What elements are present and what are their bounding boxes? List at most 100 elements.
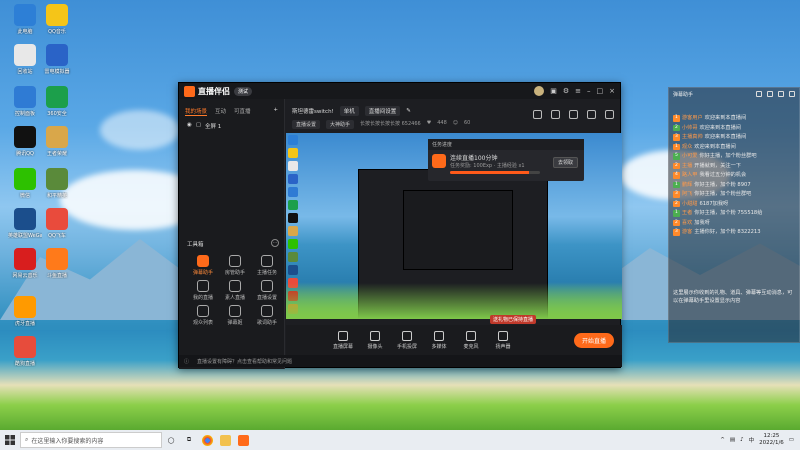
desktop-icon[interactable]: 360安全 [40, 86, 74, 117]
chat-username[interactable]: 小甜甜 [682, 200, 698, 209]
taskbar-search[interactable]: ⌕ 在这里输入你要搜索的内容 [20, 432, 162, 448]
room-settings-button[interactable]: 直播间设置 [364, 106, 401, 116]
start-live-button[interactable]: 开始直播 [573, 332, 614, 348]
tool-item[interactable]: 素人直播 [219, 280, 251, 301]
chat-message[interactable]: 1 王者 你好主播，加个粉 755518给 [673, 209, 796, 218]
desktop-icon[interactable]: 此电脑 [8, 4, 42, 35]
ime-icon[interactable]: 中 [749, 436, 755, 444]
media-button[interactable]: 多媒体 [428, 330, 450, 350]
camera-button[interactable]: 摄像头 [364, 330, 386, 350]
chat-message[interactable]: 3 主播真帅 欢迎来到本直播间 [673, 133, 796, 142]
avatar[interactable] [534, 86, 545, 96]
tab-interaction[interactable]: 互动 [215, 107, 226, 116]
chat-message[interactable]: 1 观众 欢迎来到本直播间 [673, 143, 796, 152]
chat-username[interactable]: 游客 [682, 228, 692, 237]
tab-available[interactable]: 可直播 [234, 107, 251, 116]
tool-item[interactable]: 弹幕助手 [187, 255, 219, 276]
eye-icon[interactable]: ◉ [187, 122, 192, 130]
desktop-icon[interactable]: 腾讯QQ [8, 126, 42, 157]
scene-item[interactable]: ◉ ▢ 全屏 1 [179, 120, 284, 132]
pin-icon[interactable] [767, 91, 773, 97]
chat-username[interactable]: 游客用户 [682, 114, 703, 123]
tool-item[interactable]: 我的直播 [187, 280, 219, 301]
add-scene-icon[interactable]: + [273, 107, 278, 116]
chat-message[interactable]: 4 路人甲 我看过五分钟的机会 [673, 171, 796, 180]
tool-item[interactable]: 观众列表 [187, 305, 219, 326]
volume-icon[interactable]: ♪ [740, 437, 744, 443]
minimize-icon[interactable]: – [587, 87, 591, 95]
task-switch-icon[interactable]: ⧉ [180, 430, 198, 450]
settings-icon[interactable] [778, 91, 784, 97]
lock-icon[interactable] [756, 91, 762, 97]
chat-message[interactable]: 1 鹏辉 你好主播，加个粉 8907 [673, 181, 796, 190]
desktop-icon[interactable]: 虎牙直播 [8, 296, 42, 327]
desktop-icon[interactable]: 酷狗直播 [8, 336, 42, 367]
notification-icon[interactable] [587, 110, 596, 119]
chat-username[interactable]: 鹏辉 [682, 181, 692, 190]
desktop-icon[interactable]: 网易云音乐 [8, 248, 42, 279]
desktop-icon[interactable]: QQ音乐 [40, 4, 74, 35]
notification-center-icon[interactable]: ▭ [789, 437, 794, 443]
tool-item[interactable]: 歌词助手 [251, 305, 283, 326]
chat-message[interactable]: 2 小帅哥 欢迎来到本直播间 [673, 124, 796, 133]
chat-message[interactable]: 3 阿飞 你好主播，加个粉丝群吧 [673, 190, 796, 199]
link-icon[interactable] [605, 110, 614, 119]
chat-username[interactable]: 主播 [682, 162, 692, 171]
lock-icon[interactable]: ▢ [196, 122, 201, 130]
stream-settings-pill[interactable]: 直播设置 [292, 120, 321, 129]
chat-username[interactable]: 小帅哥 [682, 124, 698, 133]
feedback-icon[interactable]: ▣ [550, 87, 557, 95]
edit-icon[interactable]: ✎ [406, 108, 411, 114]
tool-item[interactable]: 房管助手 [219, 255, 251, 276]
tool-item[interactable]: 直播设置 [251, 280, 283, 301]
desktop-icon[interactable]: QQ飞车 [40, 208, 74, 239]
desktop-icon[interactable]: 雷电模拟器 [40, 44, 74, 75]
chat-message[interactable]: 2 小甜甜 6187加我呀 [673, 200, 796, 209]
share-icon[interactable] [569, 110, 578, 119]
desktop-icon[interactable]: 斗鱼直播 [40, 248, 74, 279]
desktop-icon[interactable]: 回收站 [8, 44, 42, 75]
start-button[interactable] [0, 430, 20, 450]
chat-message[interactable]: 3 游客 主播你好，加个粉 8322213 [673, 228, 796, 237]
close-icon[interactable]: × [609, 87, 615, 95]
speaker-button[interactable]: 扬声器 [492, 330, 514, 350]
toolbox-more-icon[interactable]: ··· [271, 239, 279, 247]
help-link[interactable]: 直播设置有障碍？点击查看帮助和常见问题 [197, 358, 292, 365]
desktop-icon[interactable]: 和平精英 [40, 168, 74, 199]
chat-username[interactable]: 路人甲 [682, 171, 698, 180]
chat-message[interactable]: 1 游客用户 欢迎来到本直播间 [673, 114, 796, 123]
chat-username[interactable]: 主播真帅 [682, 133, 703, 142]
microphone-button[interactable]: 麦克风 [460, 330, 482, 350]
chat-message[interactable]: 2 主播 开播就到，关注一下 [673, 162, 796, 171]
network-icon[interactable]: ▤ [730, 437, 735, 443]
tool-item[interactable]: 弹幕姬 [219, 305, 251, 326]
settings-icon[interactable]: ⚙ [563, 87, 569, 95]
chat-username[interactable]: 小可爱 [682, 152, 698, 161]
helper-pill[interactable]: 大神助手 [326, 120, 355, 129]
desktop-icon[interactable]: 控制面板 [8, 86, 42, 117]
close-icon[interactable] [789, 91, 795, 97]
tray-arrow-icon[interactable]: ^ [720, 437, 725, 443]
taskbar-explorer[interactable] [216, 430, 234, 450]
gift-icon[interactable] [533, 110, 542, 119]
chat-username[interactable]: 喜欢 [682, 219, 692, 228]
phone-cast-button[interactable]: 手机投屏 [396, 330, 418, 350]
taskbar-live-app[interactable] [234, 430, 252, 450]
desktop-icon[interactable]: 王者荣耀 [40, 126, 74, 157]
tab-my-scenes[interactable]: 我的场景 [185, 107, 208, 116]
menu-icon[interactable]: ≡ [575, 87, 581, 95]
clock[interactable]: 12:25 2022/1/6 [759, 433, 784, 447]
version-badge[interactable]: 测试 [234, 86, 253, 96]
task-view-icon[interactable]: ◯ [162, 430, 180, 450]
chat-username[interactable]: 观众 [682, 143, 692, 152]
tool-item[interactable]: 主播任务 [251, 255, 283, 276]
chat-message[interactable]: 5 小可爱 你好主播，加个粉丝群吧 [673, 152, 796, 161]
screen-capture-button[interactable]: 直播屏幕 [332, 330, 354, 350]
chat-message-list[interactable]: 1 游客用户 欢迎来到本直播间 2 小帅哥 欢迎来到本直播间 3 主播真帅 欢迎来到本直播间 1 观… [669, 100, 799, 237]
claim-button[interactable]: 去领取 [552, 157, 578, 168]
taskbar-chrome[interactable] [198, 430, 216, 450]
maximize-icon[interactable]: □ [597, 87, 604, 95]
chat-username[interactable]: 阿飞 [682, 190, 692, 199]
desktop-icon[interactable]: 英雄联盟WeGame [8, 208, 42, 239]
chat-message[interactable]: 2 喜欢 加我呀 [673, 219, 796, 228]
